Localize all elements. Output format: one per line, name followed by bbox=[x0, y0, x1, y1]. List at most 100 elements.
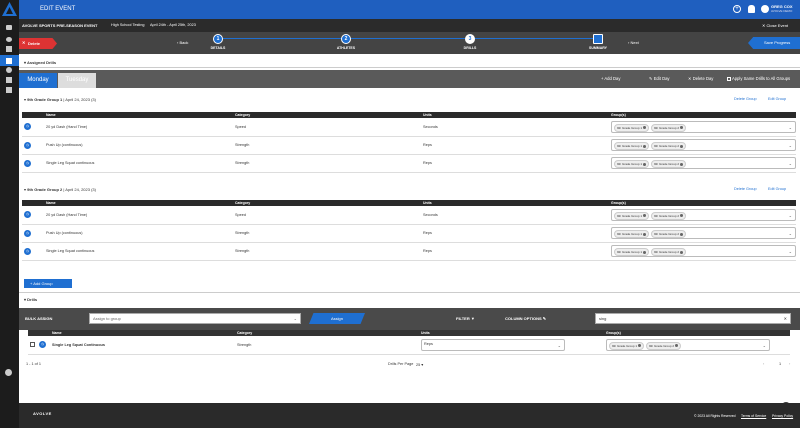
group-chip[interactable]: 9th Grade Group 2 bbox=[651, 211, 687, 220]
tab-tuesday[interactable]: Tuesday bbox=[58, 73, 96, 88]
remove-chip-icon[interactable] bbox=[643, 144, 647, 148]
step-drills[interactable]: 3 bbox=[465, 34, 475, 44]
home-icon[interactable] bbox=[6, 25, 12, 30]
group-chip[interactable]: 9th Grade Group 2 bbox=[651, 160, 687, 168]
drills-heading[interactable]: ▾ Drills bbox=[24, 297, 37, 302]
filter-button[interactable]: FILTER ▼ bbox=[456, 316, 475, 321]
table-row: ◷ Single Leg Squat continuous Strength R… bbox=[22, 154, 796, 173]
stopwatch-icon[interactable]: ◷ bbox=[24, 211, 31, 219]
terms-link[interactable]: Terms of Service bbox=[741, 414, 766, 418]
groups-select[interactable]: 9th Grade Group 1 9th Grade Group 2 ⌄ bbox=[611, 157, 796, 169]
chevron-down-icon[interactable]: ⌄ bbox=[789, 249, 792, 254]
group-chip[interactable]: 9th Grade Group 1 bbox=[614, 211, 650, 220]
group-chip[interactable]: 9th Grade Group 2 bbox=[651, 123, 687, 132]
group-chip[interactable]: 9th Grade Group 1 bbox=[614, 123, 650, 132]
group-header[interactable]: ▾ 9th Grade Group 1 | April 24, 2023 (3) bbox=[24, 97, 96, 102]
avolve-logo-icon[interactable] bbox=[1, 1, 18, 17]
remove-chip-icon[interactable] bbox=[680, 144, 684, 148]
remove-chip-icon[interactable] bbox=[643, 214, 647, 218]
strength-icon[interactable]: ◷ bbox=[24, 159, 31, 167]
units-select[interactable]: Reps ⌄ bbox=[421, 338, 565, 351]
strength-icon[interactable]: ◷ bbox=[24, 247, 31, 255]
column-options-button[interactable]: COLUMN OPTIONS ✎ bbox=[505, 316, 546, 321]
add-group-button[interactable]: + Add Group bbox=[24, 279, 72, 288]
edit-group-button[interactable]: Edit Group bbox=[768, 187, 786, 191]
groups-select[interactable]: 9th Grade Group 1 9th Grade Group 2 ⌄ bbox=[611, 208, 796, 221]
remove-chip-icon[interactable] bbox=[680, 250, 684, 254]
chevron-down-icon[interactable]: ⌄ bbox=[789, 161, 792, 166]
bell-icon[interactable] bbox=[748, 5, 755, 13]
remove-chip-icon[interactable] bbox=[643, 162, 647, 166]
remove-chip-icon[interactable] bbox=[643, 126, 647, 130]
remove-chip-icon[interactable] bbox=[680, 162, 684, 166]
avatar[interactable] bbox=[761, 5, 769, 13]
group-chip[interactable]: 9th Grade Group 1 bbox=[614, 160, 650, 168]
groups-select[interactable]: 9th Grade Group 1 9th Grade Group 2 ⌄ bbox=[611, 245, 796, 257]
group-chip[interactable]: 9th Grade Group 2 bbox=[651, 230, 687, 238]
groups-select[interactable]: 9th Grade Group 1 9th Grade Group 2 ⌄ bbox=[606, 338, 770, 351]
delete-group-button[interactable]: Delete Group bbox=[734, 187, 757, 191]
step-athletes[interactable]: 2 bbox=[341, 34, 351, 44]
remove-chip-icon[interactable] bbox=[675, 344, 679, 348]
stopwatch-icon[interactable]: ◷ bbox=[24, 123, 31, 131]
assign-button[interactable]: Assign bbox=[309, 313, 365, 324]
step-summary-icon[interactable] bbox=[593, 34, 603, 44]
close-event-button[interactable]: ✕ Close Event bbox=[762, 23, 788, 28]
apply-same-checkbox[interactable]: Apply Same Drills to All Groups bbox=[727, 76, 790, 81]
remove-chip-icon[interactable] bbox=[643, 250, 647, 254]
group-chip[interactable]: 9th Grade Group 2 bbox=[651, 248, 687, 256]
trophy-icon[interactable] bbox=[6, 87, 12, 93]
privacy-link[interactable]: Privacy Policy bbox=[772, 414, 793, 418]
clipboard-icon[interactable] bbox=[6, 46, 12, 52]
strength-icon[interactable]: ◷ bbox=[39, 341, 46, 349]
edit-group-button[interactable]: Edit Group bbox=[768, 97, 786, 101]
assign-group-select[interactable]: Assign to group ⌄ bbox=[89, 313, 301, 324]
next-button[interactable]: › Next bbox=[628, 40, 639, 45]
row-checkbox[interactable] bbox=[30, 341, 35, 347]
save-progress-button[interactable]: Save Progress bbox=[748, 37, 800, 49]
group-chip[interactable]: 9th Grade Group 1 bbox=[614, 142, 650, 150]
stopwatch-icon[interactable] bbox=[6, 67, 12, 73]
chevron-down-icon[interactable]: ⌄ bbox=[763, 343, 766, 348]
chart-icon[interactable] bbox=[6, 77, 12, 83]
remove-chip-icon[interactable] bbox=[680, 126, 684, 130]
search-input[interactable]: sing ✕ bbox=[595, 313, 791, 324]
next-page-button[interactable]: › bbox=[789, 362, 790, 366]
chevron-down-icon[interactable]: ⌄ bbox=[789, 143, 792, 148]
groups-select[interactable]: 9th Grade Group 1 9th Grade Group 2 ⌄ bbox=[611, 227, 796, 239]
clear-search-icon[interactable]: ✕ bbox=[784, 316, 787, 321]
per-page-select[interactable]: 25 ▾ bbox=[416, 362, 423, 367]
chevron-down-icon[interactable]: ⌄ bbox=[789, 213, 792, 218]
delete-group-button[interactable]: Delete Group bbox=[734, 97, 757, 101]
settings-icon[interactable] bbox=[5, 369, 12, 376]
group-chip[interactable]: 9th Grade Group 2 bbox=[646, 341, 682, 350]
strength-icon[interactable]: ◷ bbox=[24, 141, 31, 149]
edit-day-button[interactable]: ✎ Edit Day bbox=[649, 76, 670, 81]
group-chip[interactable]: 9th Grade Group 1 bbox=[614, 230, 650, 238]
remove-chip-icon[interactable] bbox=[638, 344, 642, 348]
tab-monday[interactable]: Monday bbox=[19, 73, 57, 88]
assigned-drills-heading[interactable]: ▾ Assigned Drills bbox=[24, 60, 56, 65]
groups-select[interactable]: 9th Grade Group 1 9th Grade Group 2 ⌄ bbox=[611, 139, 796, 151]
calendar-icon[interactable] bbox=[6, 58, 12, 64]
chevron-down-icon[interactable]: ⌄ bbox=[789, 125, 792, 130]
back-button[interactable]: ‹ Back bbox=[177, 40, 188, 45]
step-details[interactable]: 1 bbox=[213, 34, 223, 44]
delete-day-button[interactable]: ✕ Delete Day bbox=[688, 76, 713, 81]
current-page[interactable]: 1 bbox=[779, 362, 781, 366]
remove-chip-icon[interactable] bbox=[680, 232, 684, 236]
remove-chip-icon[interactable] bbox=[643, 232, 647, 236]
strength-icon[interactable]: ◷ bbox=[24, 229, 31, 237]
team-icon[interactable] bbox=[6, 37, 12, 42]
save-progress-label: Save Progress bbox=[764, 40, 791, 45]
groups-select[interactable]: 9th Grade Group 1 9th Grade Group 2 ⌄ bbox=[611, 120, 796, 133]
chevron-down-icon[interactable]: ⌄ bbox=[789, 231, 792, 236]
group-chip[interactable]: 9th Grade Group 1 bbox=[614, 248, 650, 256]
add-icon[interactable]: + bbox=[733, 5, 741, 13]
remove-chip-icon[interactable] bbox=[680, 214, 684, 218]
prev-page-button[interactable]: ‹ bbox=[763, 362, 764, 366]
group-chip[interactable]: 9th Grade Group 1 bbox=[609, 341, 645, 350]
add-day-button[interactable]: + Add Day bbox=[601, 76, 620, 81]
group-chip[interactable]: 9th Grade Group 2 bbox=[651, 142, 687, 150]
group-header[interactable]: ▾ 9th Grade Group 2 | April 24, 2023 (3) bbox=[24, 187, 96, 192]
